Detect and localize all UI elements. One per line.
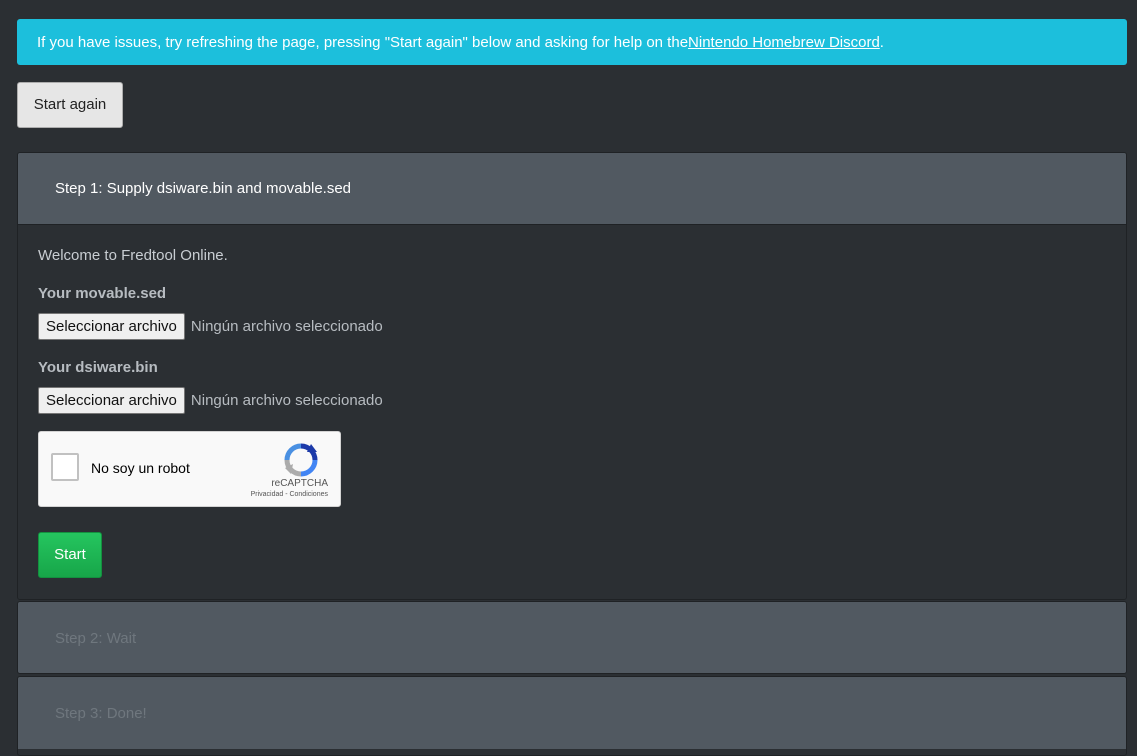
dsiware-file-input[interactable]: Seleccionar archivo Ningún archivo selec… (38, 387, 383, 414)
step2-panel: Step 2: Wait (17, 601, 1127, 674)
movable-file-button[interactable]: Seleccionar archivo (38, 313, 185, 340)
step3-panel: Step 3: Done! (17, 676, 1127, 756)
recaptcha-brand: reCAPTCHA (271, 478, 328, 489)
dsiware-label: Your dsiware.bin (38, 359, 158, 376)
alert-text-before: If you have issues, try refreshing the p… (37, 33, 689, 51)
recaptcha-widget: No soy un robot reCAPTCHA Privacidad - C… (38, 431, 341, 507)
recaptcha-checkbox[interactable] (51, 453, 79, 481)
movable-label: Your movable.sed (38, 285, 167, 302)
movable-file-status: Ningún archivo seleccionado (190, 318, 383, 335)
step1-title: Step 1: Supply dsiware.bin and movable.s… (55, 180, 352, 197)
recaptcha-icon (284, 443, 318, 477)
step1-heading[interactable]: Step 1: Supply dsiware.bin and movable.s… (18, 153, 1126, 225)
start-button[interactable]: Start (38, 532, 102, 578)
step3-title: Step 3: Done! (55, 704, 147, 722)
recaptcha-terms-link[interactable]: Privacidad - Condiciones (251, 491, 328, 498)
step2-title: Step 2: Wait (55, 629, 137, 647)
discord-link[interactable]: Nintendo Homebrew Discord (688, 34, 880, 51)
start-again-button[interactable]: Start again (17, 82, 123, 128)
alert-text-after: . (879, 33, 884, 51)
movable-file-input[interactable]: Seleccionar archivo Ningún archivo selec… (38, 313, 383, 340)
step3-heading[interactable]: Step 3: Done! (18, 677, 1126, 749)
step2-heading[interactable]: Step 2: Wait (18, 602, 1126, 673)
info-alert: If you have issues, try refreshing the p… (17, 19, 1127, 65)
recaptcha-label: No soy un robot (91, 460, 190, 476)
dsiware-file-status: Ningún archivo seleccionado (190, 392, 383, 409)
dsiware-file-button[interactable]: Seleccionar archivo (38, 387, 185, 414)
step1-body: Welcome to Fredtool Online. Your movable… (18, 225, 1126, 599)
step1-panel: Step 1: Supply dsiware.bin and movable.s… (17, 152, 1127, 600)
welcome-text: Welcome to Fredtool Online. (38, 247, 228, 264)
